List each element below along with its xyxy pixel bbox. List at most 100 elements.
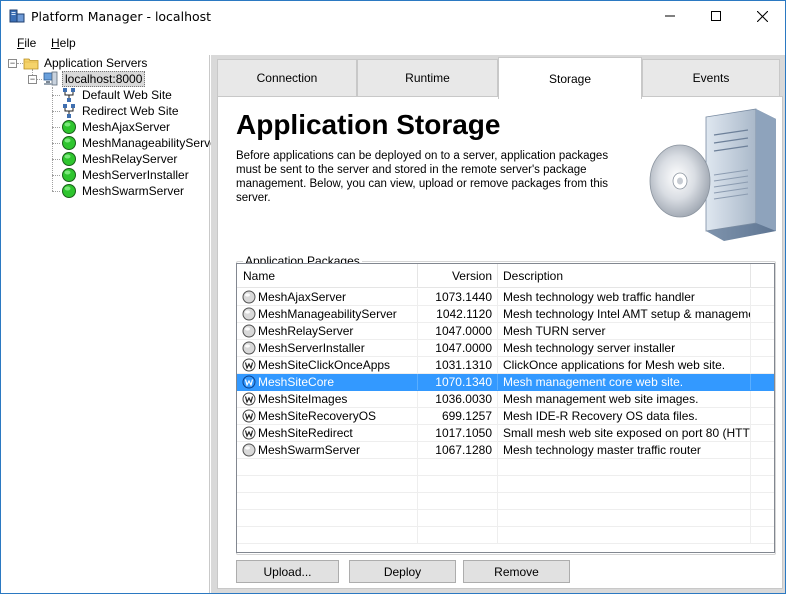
tree-label-selected: localhost:8000 bbox=[62, 71, 146, 87]
column-header-version[interactable]: Version bbox=[418, 264, 498, 288]
package-name: MeshManageabilityServer bbox=[258, 307, 397, 321]
tree-item-meshserverinstaller[interactable]: MeshServerInstaller bbox=[61, 167, 191, 183]
tree-item-meshswarmserver[interactable]: MeshSwarmServer bbox=[61, 183, 186, 199]
tab-label: Runtime bbox=[405, 71, 450, 85]
package-description: Mesh management web site images. bbox=[503, 392, 699, 406]
cell-filler bbox=[751, 459, 774, 475]
tree-item-meshajaxserver[interactable]: MeshAjaxServer bbox=[61, 119, 172, 135]
cell-description bbox=[498, 459, 751, 475]
close-button[interactable] bbox=[739, 1, 785, 31]
package-version: 1036.0030 bbox=[435, 392, 492, 406]
web-w-icon bbox=[242, 409, 256, 423]
grid-header: Name Version Description bbox=[237, 264, 774, 288]
tree-label: Redirect Web Site bbox=[82, 104, 179, 118]
tree-connector bbox=[52, 95, 60, 96]
server-tree[interactable]: − Application Servers − localhost:8000 D… bbox=[1, 55, 221, 593]
tree-expander-host[interactable]: − bbox=[28, 75, 37, 84]
close-icon bbox=[756, 10, 768, 22]
package-version: 1042.1120 bbox=[436, 307, 492, 321]
cell-version bbox=[418, 527, 498, 543]
tree-connector bbox=[52, 159, 60, 160]
package-name: MeshSiteRecoveryOS bbox=[258, 409, 377, 423]
packages-grid[interactable]: Name Version Description MeshAjaxServer 1… bbox=[236, 263, 775, 553]
cell-name bbox=[237, 459, 418, 475]
cell-version: 1047.0000 bbox=[418, 323, 498, 339]
tab-events[interactable]: Events bbox=[642, 59, 780, 97]
tab-storage[interactable]: Storage bbox=[498, 57, 642, 99]
tree-label: MeshServerInstaller bbox=[82, 168, 189, 182]
empty-row bbox=[237, 527, 774, 544]
gray-circle-icon bbox=[242, 443, 256, 457]
cell-description: ClickOnce applications for Mesh web site… bbox=[498, 357, 751, 373]
menu-bar: File Help bbox=[1, 33, 785, 53]
cell-version: 1042.1120 bbox=[418, 306, 498, 322]
deploy-button[interactable]: Deploy bbox=[349, 560, 456, 583]
tab-connection[interactable]: Connection bbox=[217, 59, 357, 97]
menu-file[interactable]: File bbox=[17, 36, 36, 50]
network-icon bbox=[63, 88, 75, 102]
title-bar: Platform Manager - localhost bbox=[1, 1, 785, 31]
upload-button[interactable]: Upload... bbox=[236, 560, 339, 583]
tree-node-localhost[interactable]: localhost:8000 bbox=[43, 71, 146, 87]
table-row[interactable]: MeshAjaxServer 1073.1440 Mesh technology w… bbox=[237, 289, 774, 306]
tree-node-application-servers[interactable]: Application Servers bbox=[23, 55, 149, 71]
cell-version bbox=[418, 510, 498, 526]
package-description: ClickOnce applications for Mesh web site… bbox=[503, 358, 726, 372]
package-description: Mesh technology Intel AMT setup & manage… bbox=[503, 307, 751, 321]
cell-name: MeshSiteCore bbox=[237, 374, 418, 390]
web-w-icon bbox=[242, 358, 256, 372]
button-label: Upload... bbox=[263, 564, 312, 579]
column-header-description[interactable]: Description bbox=[498, 264, 751, 288]
table-row[interactable]: MeshSiteRedirect 1017.1050 Small mesh web … bbox=[237, 425, 774, 442]
column-header-name[interactable]: Name bbox=[237, 264, 418, 288]
tab-runtime[interactable]: Runtime bbox=[357, 59, 498, 97]
table-row[interactable]: MeshServerInstaller 1047.0000 Mesh technol… bbox=[237, 340, 774, 357]
package-description: Mesh technology server installer bbox=[503, 341, 676, 355]
network-icon bbox=[63, 104, 75, 118]
page-title: Application Storage bbox=[236, 109, 501, 140]
cell-filler bbox=[751, 340, 774, 356]
cell-version bbox=[418, 476, 498, 492]
cell-version: 1073.1440 bbox=[418, 289, 498, 305]
tree-item-default-web-site[interactable]: Default Web Site bbox=[61, 87, 174, 103]
cell-name bbox=[237, 476, 418, 492]
package-description: Mesh technology web traffic handler bbox=[503, 290, 695, 304]
maximize-button[interactable] bbox=[693, 1, 739, 31]
table-row[interactable]: MeshSwarmServer 1067.1280 Mesh technology … bbox=[237, 442, 774, 459]
cell-description: Mesh IDE-R Recovery OS data files. bbox=[498, 408, 751, 424]
button-label: Deploy bbox=[383, 564, 422, 579]
package-name: MeshSiteCore bbox=[258, 375, 335, 389]
green-status-icon bbox=[62, 136, 76, 150]
tree-connector bbox=[52, 175, 60, 176]
cell-description: Mesh technology master traffic router bbox=[498, 442, 751, 458]
cell-description bbox=[498, 510, 751, 526]
cell-filler bbox=[751, 527, 774, 543]
menu-help[interactable]: Help bbox=[51, 36, 76, 50]
package-version: 1067.1280 bbox=[435, 443, 492, 457]
table-row[interactable]: MeshSiteImages 1036.0030 Mesh management w… bbox=[237, 391, 774, 408]
tree-expander-root[interactable]: − bbox=[8, 59, 17, 68]
tree-item-meshmanageabilityserver[interactable]: MeshManageabilityServer bbox=[61, 135, 223, 151]
minimize-button[interactable] bbox=[647, 1, 693, 31]
tree-item-redirect-web-site[interactable]: Redirect Web Site bbox=[61, 103, 181, 119]
cell-filler bbox=[751, 306, 774, 322]
tree-item-meshrelayserver[interactable]: MeshRelayServer bbox=[61, 151, 179, 167]
remove-button[interactable]: Remove bbox=[463, 560, 570, 583]
table-row[interactable]: MeshSiteClickOnceApps 1031.1310 ClickOnce … bbox=[237, 357, 774, 374]
grid-rows: MeshAjaxServer 1073.1440 Mesh technology w… bbox=[237, 289, 774, 544]
button-label: Remove bbox=[494, 564, 539, 579]
cell-description: Mesh technology web traffic handler bbox=[498, 289, 751, 305]
tree-connector bbox=[52, 191, 60, 192]
package-name: MeshRelayServer bbox=[258, 324, 354, 338]
folder-icon bbox=[23, 58, 39, 70]
web-w-icon bbox=[242, 392, 256, 406]
table-row[interactable]: MeshSiteCore 1070.1340 Mesh management cor… bbox=[237, 374, 774, 391]
cell-version: 1067.1280 bbox=[418, 442, 498, 458]
app-icon bbox=[9, 9, 25, 23]
table-row[interactable]: MeshSiteRecoveryOS 699.1257 Mesh IDE-R Rec… bbox=[237, 408, 774, 425]
tab-label: Connection bbox=[256, 71, 318, 85]
column-header-filler bbox=[751, 264, 774, 288]
table-row[interactable]: MeshRelayServer 1047.0000 Mesh TURN server bbox=[237, 323, 774, 340]
tree-label: MeshRelayServer bbox=[82, 152, 178, 166]
table-row[interactable]: MeshManageabilityServer 1042.1120 Mesh tec… bbox=[237, 306, 774, 323]
